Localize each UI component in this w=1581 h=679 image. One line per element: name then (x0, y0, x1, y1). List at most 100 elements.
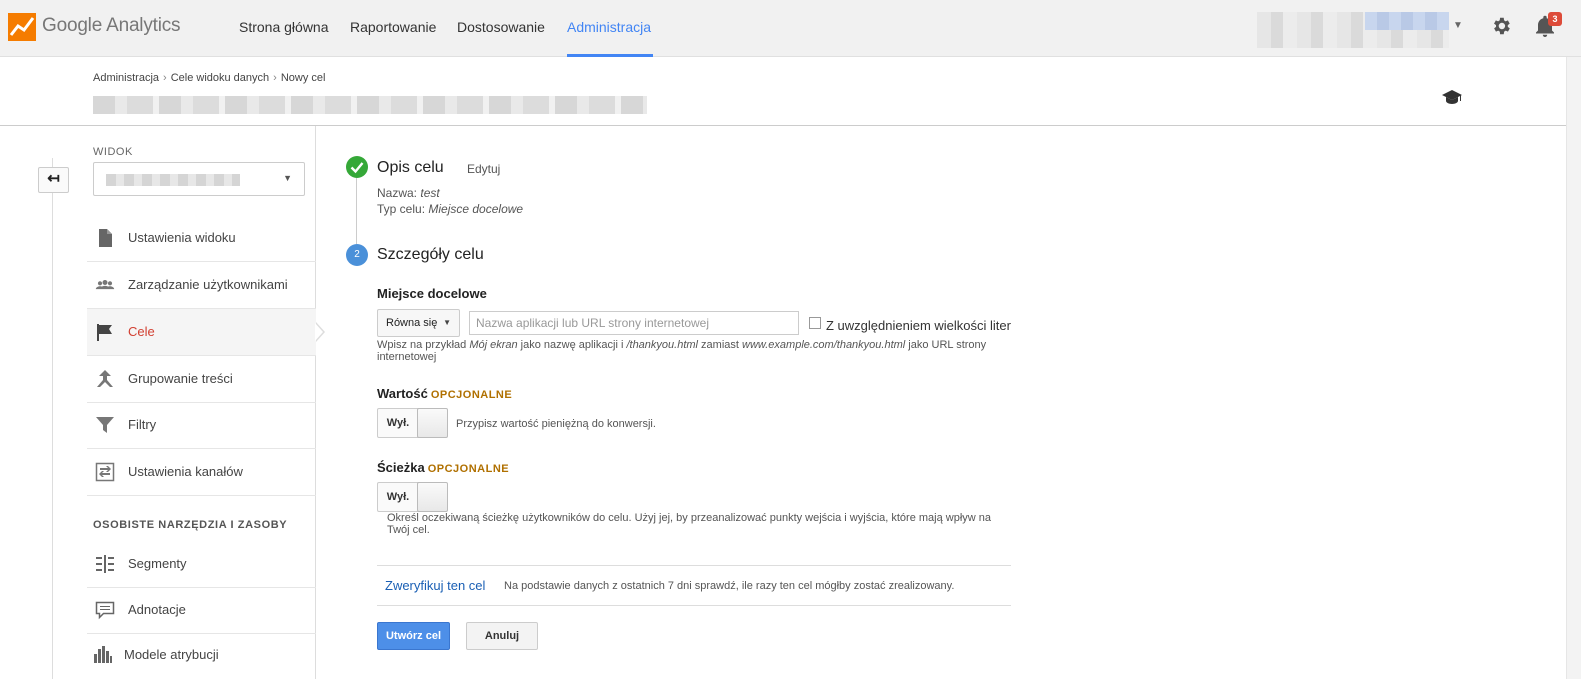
step-number-badge: 2 (346, 244, 368, 266)
step-connector (356, 178, 357, 244)
account-selector-highlight (1365, 12, 1449, 30)
verify-goal-description: Na podstawie danych z ostatnich 7 dni sp… (504, 580, 955, 592)
hint-text: Wpisz na przykład (377, 339, 470, 351)
sidebar-item-view-settings[interactable]: Ustawienia widoku (87, 215, 316, 262)
nav-reporting[interactable]: Raportowanie (350, 0, 436, 57)
segments-icon (96, 555, 114, 573)
goal-type-label: Typ celu: (377, 202, 426, 216)
nav-home[interactable]: Strona główna (239, 0, 329, 57)
sidebar-item-user-management[interactable]: Zarządzanie użytkownikami (87, 262, 316, 309)
divider (377, 605, 1011, 606)
page-header (0, 57, 1566, 126)
hint-text: jako nazwę aplikacji i (517, 339, 627, 351)
destination-url-input[interactable] (469, 311, 799, 335)
filter-icon (96, 417, 114, 433)
value-toggle[interactable]: Wył. (377, 408, 448, 438)
edit-link[interactable]: Edytuj (467, 162, 500, 176)
sidebar-item-goals[interactable]: Cele (87, 309, 316, 356)
breadcrumb-admin[interactable]: Administracja (93, 72, 159, 84)
hint-example: www.example.com/thankyou.html (742, 339, 906, 351)
notification-badge: 3 (1548, 12, 1562, 26)
sidebar-item-content-grouping[interactable]: Grupowanie treści (87, 356, 316, 403)
sidebar-item-label: Cele (128, 324, 155, 339)
chevron-down-icon: ▼ (443, 318, 451, 327)
sidebar-item-label: Modele atrybucji (124, 647, 219, 662)
toggle-off-label: Wył. (386, 417, 410, 429)
breadcrumb-separator: › (163, 72, 167, 84)
breadcrumb: Administracja › Cele widoku danych › Nowy ce… (93, 72, 325, 84)
optional-tag: OPCJONALNE (430, 389, 513, 401)
attribution-icon (94, 646, 112, 663)
case-sensitive-checkbox[interactable] (809, 317, 821, 329)
google-analytics-logo-icon[interactable] (8, 13, 36, 41)
create-goal-button[interactable]: Utwórz cel (377, 622, 450, 650)
match-type-select[interactable]: Równa się ▼ (377, 309, 460, 337)
value-label: Wartość OPCJONALNE (377, 386, 512, 401)
gear-icon[interactable] (1490, 15, 1512, 37)
nav-customization[interactable]: Dostosowanie (457, 0, 545, 57)
funnel-label: Ścieżka OPCJONALNE (377, 460, 509, 475)
sidebar-rail (52, 158, 53, 679)
value-label-text: Wartość (377, 386, 428, 401)
toggle-knob[interactable] (417, 482, 448, 512)
sidebar-item-label: Ustawienia kanałów (128, 464, 243, 479)
divider (377, 565, 1011, 566)
sidebar-item-label: Segmenty (128, 556, 187, 571)
case-sensitive-label[interactable]: Z uwzględnieniem wielkości liter (826, 318, 1011, 333)
nav-admin[interactable]: Administracja (567, 0, 653, 57)
view-label: WIDOK (93, 146, 133, 158)
step-title-goal-details: Szczegóły celu (377, 246, 484, 263)
sidebar-item-channel-settings[interactable]: Ustawienia kanałów (87, 449, 316, 496)
top-bar: Google Analytics Strona główna Raportowa… (0, 0, 1581, 57)
goal-name-value: test (420, 186, 440, 200)
sidebar-item-label: Ustawienia widoku (128, 230, 236, 245)
page-title-redacted (93, 96, 647, 114)
active-pointer (315, 323, 323, 341)
goal-name-row: Nazwa: test (377, 186, 440, 200)
graduation-cap-icon[interactable] (1441, 89, 1463, 105)
channels-icon (95, 462, 115, 482)
sidebar-item-segments[interactable]: Segmenty (87, 541, 316, 588)
logo-text[interactable]: Google Analytics (42, 15, 181, 37)
sidebar-item-attribution-models[interactable]: Modele atrybucji (87, 632, 316, 679)
goal-type-row: Typ celu: Miejsce docelowe (377, 202, 523, 216)
document-icon (99, 229, 112, 247)
breadcrumb-separator: › (273, 72, 277, 84)
cancel-button[interactable]: Anuluj (466, 622, 538, 650)
view-selector[interactable]: ▼ (93, 162, 305, 196)
chevron-down-icon: ▼ (283, 173, 292, 183)
goal-type-value: Miejsce docelowe (428, 202, 524, 216)
destination-label: Miejsce docelowe (377, 286, 487, 301)
flag-icon (97, 324, 112, 341)
sidebar-item-annotations[interactable]: Adnotacje (87, 587, 316, 634)
funnel-toggle[interactable]: Wył. (377, 482, 448, 512)
hint-text: zamiast (698, 339, 743, 351)
sidebar-item-label: Adnotacje (128, 602, 186, 617)
breadcrumb-new-goal: Nowy cel (280, 72, 326, 84)
sidebar-item-label: Grupowanie treści (128, 371, 233, 386)
annotations-icon (95, 601, 115, 620)
grouping-icon (97, 370, 113, 387)
sidebar-item-label: Zarządzanie użytkownikami (128, 277, 288, 292)
back-button[interactable]: ↤ (38, 167, 69, 193)
hint-example: /thankyou.html (626, 339, 698, 351)
users-icon (95, 280, 115, 290)
chevron-down-icon[interactable]: ▼ (1453, 20, 1463, 31)
verify-goal-link[interactable]: Zweryfikuj ten cel (385, 578, 485, 593)
view-name-redacted (106, 174, 240, 186)
breadcrumb-goals[interactable]: Cele widoku danych (171, 72, 269, 84)
step-title-goal-description: Opis celu (377, 159, 444, 176)
toggle-knob[interactable] (417, 408, 448, 438)
toggle-off-label: Wył. (386, 491, 410, 503)
hint-example: Mój ekran (469, 339, 518, 351)
value-description: Przypisz wartość pieniężną do konwersji. (456, 418, 656, 430)
sidebar-item-filters[interactable]: Filtry (87, 402, 316, 449)
optional-tag: OPCJONALNE (427, 463, 510, 475)
destination-hint: Wpisz na przykład Mój ekran jako nazwę a… (377, 339, 1017, 363)
funnel-description: Określ oczekiwaną ścieżkę użytkowników d… (387, 512, 992, 536)
checkmark-icon (346, 156, 368, 178)
goal-name-label: Nazwa: (377, 186, 418, 200)
section-header-personal-tools: OSOBISTE NARZĘDZIA I ZASOBY (93, 519, 288, 531)
scrollbar[interactable] (1566, 57, 1581, 679)
funnel-label-text: Ścieżka (377, 460, 425, 475)
